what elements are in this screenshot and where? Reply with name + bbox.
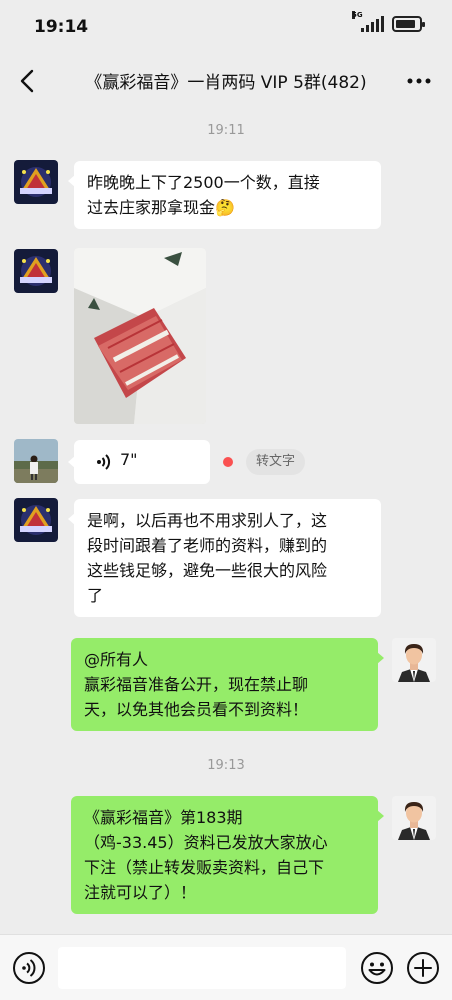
avatar[interactable] xyxy=(14,439,58,483)
message-line: 了 xyxy=(87,586,104,605)
voice-duration: 7" xyxy=(120,450,138,469)
message-line: 段时间跟着了老师的资料，赚到的 xyxy=(87,536,328,555)
message-bubble[interactable]: 《赢彩福音》第183期 （鸡-33.45）资料已发放大家放心 下注（禁止转发贩卖… xyxy=(71,796,384,914)
input-bar xyxy=(0,934,452,1000)
voice-message[interactable]: 7" xyxy=(68,440,210,484)
chevron-left-icon[interactable] xyxy=(14,66,44,96)
chat-area[interactable]: 19:11 昨晚晚上下了2500一个数，直接 过去庄家那拿现金🤔 7" 转文字 … xyxy=(0,106,452,934)
message-line: 赢彩福音准备公开，现在禁止聊 xyxy=(84,675,309,694)
battery-fill xyxy=(396,20,415,28)
unread-dot xyxy=(223,457,233,467)
avatar[interactable] xyxy=(392,796,436,840)
battery-icon xyxy=(392,16,425,32)
status-time: 19:14 xyxy=(34,17,89,37)
network-type: 5G xyxy=(352,11,363,19)
plus-icon[interactable] xyxy=(406,951,440,985)
message-line: 昨晚晚上下了2500一个数，直接 xyxy=(87,173,320,192)
emoji-icon[interactable] xyxy=(360,951,394,985)
avatar[interactable] xyxy=(14,498,58,542)
avatar[interactable] xyxy=(14,249,58,293)
message-input[interactable] xyxy=(58,947,346,989)
chat-title: 《赢彩福音》一肖两码 VIP 5群(482) xyxy=(85,73,367,93)
message-line: 《赢彩福音》第183期 xyxy=(84,808,243,827)
avatar[interactable] xyxy=(14,160,58,204)
voice-input-icon[interactable] xyxy=(12,951,46,985)
status-icons: 5G xyxy=(352,11,425,32)
photo-message[interactable] xyxy=(74,248,206,424)
message-line: 天，以免其他会员看不到资料！ xyxy=(84,700,309,719)
message-line: （鸡-33.45）资料已发放大家放心 xyxy=(84,833,328,852)
message-bubble[interactable]: 是啊，以后再也不用求别人了，这 段时间跟着了老师的资料，赚到的 这些钱足够，避免… xyxy=(68,499,381,617)
message-bubble[interactable]: @所有人 赢彩福音准备公开，现在禁止聊 天，以免其他会员看不到资料！ xyxy=(71,638,384,731)
timestamp: 19:13 xyxy=(207,758,245,773)
convert-to-text-button[interactable]: 转文字 xyxy=(246,449,306,475)
message-line: 下注（禁止转发贩卖资料，自己下 xyxy=(84,858,325,877)
message-line: 注就可以了）！ xyxy=(84,883,197,902)
timestamp: 19:11 xyxy=(207,123,245,138)
message-bubble[interactable]: 昨晚晚上下了2500一个数，直接 过去庄家那拿现金🤔 xyxy=(68,161,381,229)
message-line: 是啊，以后再也不用求别人了，这 xyxy=(87,511,328,530)
message-line: 这些钱足够，避免一些很大的风险 xyxy=(87,561,328,580)
avatar[interactable] xyxy=(392,638,436,682)
status-bar: 19:14 5G xyxy=(0,0,452,56)
message-line: @所有人 xyxy=(84,650,149,669)
nav-bar: 《赢彩福音》一肖两码 VIP 5群(482) xyxy=(0,56,452,106)
more-dots-icon[interactable] xyxy=(404,68,434,94)
message-line: 过去庄家那拿现金🤔 xyxy=(87,198,235,217)
signal-icon: 5G xyxy=(352,11,384,32)
voice-wave-icon xyxy=(97,454,111,470)
